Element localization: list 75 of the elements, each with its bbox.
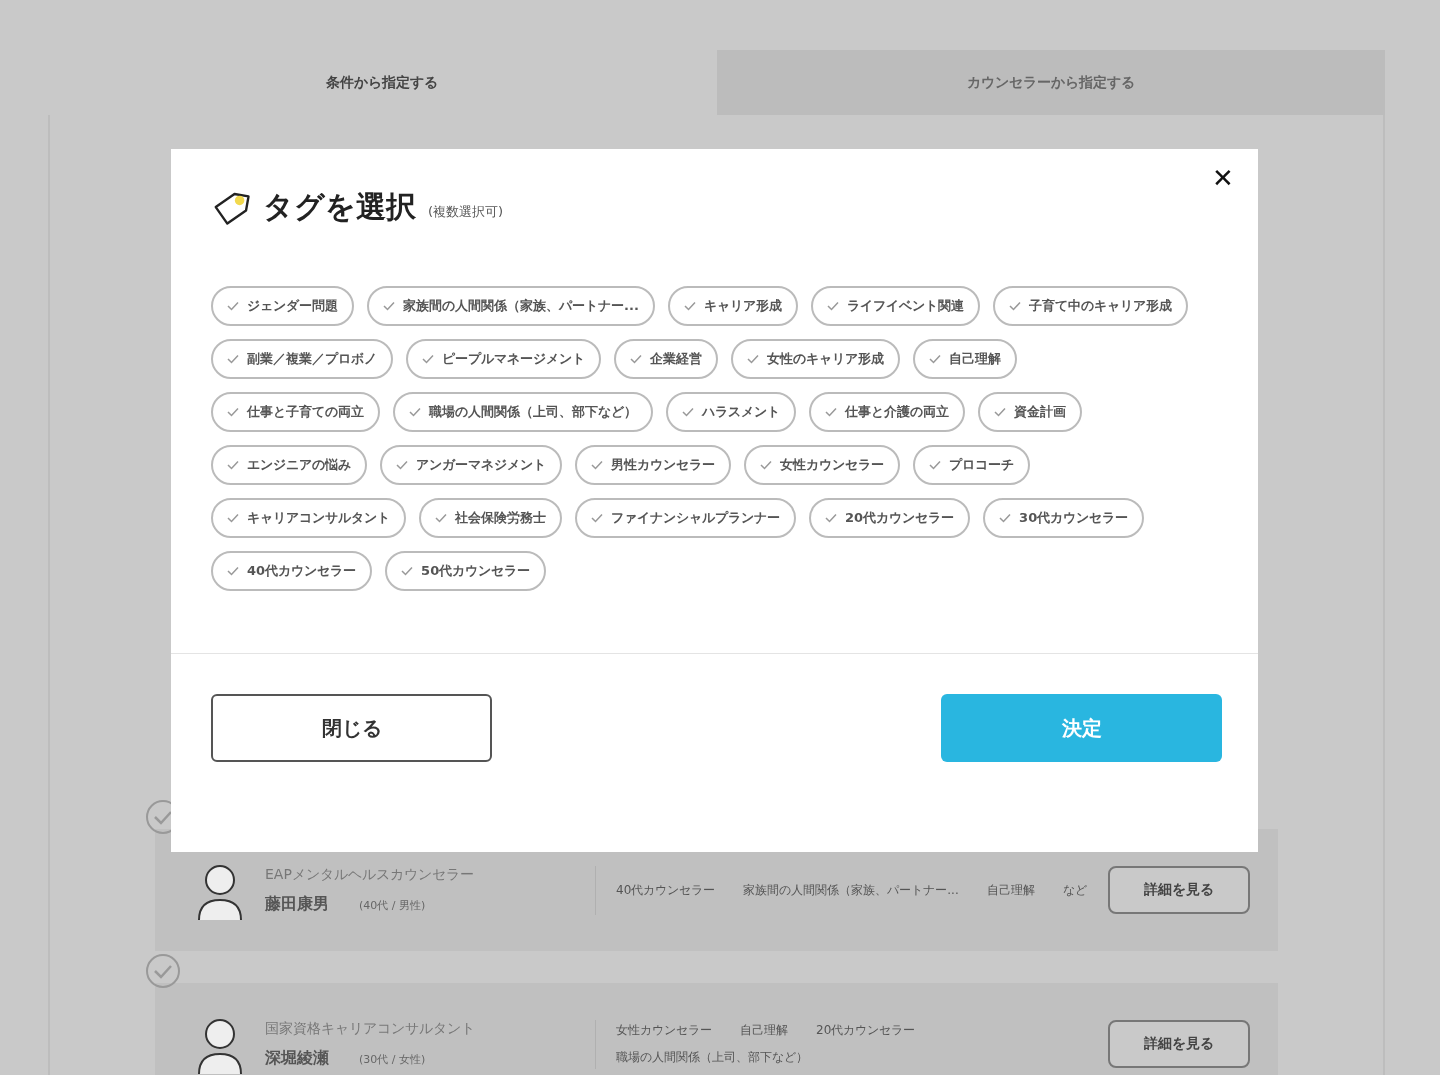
check-icon [825,407,837,417]
check-icon [227,354,239,364]
tag-chip[interactable]: キャリアコンサルタント [211,498,406,538]
counselor-title: EAPメンタルヘルスカウンセラー [265,865,475,884]
dialog-note: (複数選択可) [428,202,504,221]
counselor-meta: (30代 / 女性) [359,1051,426,1067]
check-circle-icon[interactable] [145,953,181,989]
counselor-tag: 女性カウンセラー [616,1022,712,1039]
check-icon [1008,301,1021,311]
tag-chip[interactable]: ジェンダー問題 [211,286,354,326]
counselor-tag: 20代カウンセラー [816,1022,916,1039]
check-icon [825,513,837,523]
tag-chip[interactable]: ファイナンシャルプランナー [575,498,796,538]
tag-chip[interactable]: ハラスメント [666,392,796,432]
check-icon [396,460,408,470]
tag-chip[interactable]: エンジニアの悩み [211,445,367,485]
dialog-title: タグを選択 [263,188,416,226]
counselor-tag: 家族間の人間関係（家族、パートナー... [743,881,959,899]
tag-chip[interactable]: 副業／複業／プロボノ [211,339,393,379]
check-icon [227,407,239,417]
tag-chip[interactable]: 仕事と介護の両立 [809,392,965,432]
counselor-tag: 40代カウンセラー [616,881,716,899]
check-icon [929,354,941,364]
tag-chip[interactable]: 家族間の人間関係（家族、パートナー... [367,286,655,326]
check-icon [409,407,421,417]
check-icon [401,566,414,576]
counselor-name: 藤田康男 [265,893,329,915]
tag-chip[interactable]: 子育て中のキャリア形成 [992,286,1188,326]
check-icon [630,354,642,364]
check-icon [383,301,395,311]
check-icon [591,513,603,523]
tag-chip[interactable]: 資金計画 [978,392,1082,432]
check-icon [227,566,239,576]
details-button[interactable]: 詳細を見る [1108,866,1250,914]
check-icon [826,301,839,311]
check-icon [227,460,239,470]
counselor-meta: (40代 / 男性) [359,897,426,913]
counselor-tag: 自己理解 [740,1022,788,1039]
tag-chip[interactable]: 女性カウンセラー [744,445,900,485]
tag-chip[interactable]: 20代カウンセラー [809,498,971,538]
tag-chip[interactable]: ライフイベント関連 [810,286,980,326]
close-button[interactable]: ✕ [1208,163,1238,194]
counselor-tag: 自己理解 [986,881,1035,899]
check-icon [929,460,941,470]
check-icon [999,513,1012,523]
tag-chip[interactable]: 40代カウンセラー [211,551,373,591]
close-dialog-button[interactable]: 閉じる [211,694,492,762]
check-icon [422,354,434,364]
tag-chip[interactable]: アンガーマネジメント [380,445,562,485]
check-icon [682,407,694,417]
tag-chip[interactable]: 男性カウンセラー [575,445,731,485]
check-icon [435,513,447,523]
tag-chip[interactable]: キャリア形成 [667,286,798,326]
tag-chip[interactable]: 自己理解 [913,339,1017,379]
details-button[interactable]: 詳細を見る [1108,1020,1250,1068]
tag-chip[interactable]: 職場の人間関係（上司、部下など） [393,392,653,432]
check-icon [747,354,759,364]
check-icon [227,513,239,523]
tag-chip[interactable]: ピープルマネージメント [406,339,601,379]
tag-chip[interactable]: 30代カウンセラー [983,498,1145,538]
counselor-title: 国家資格キャリアコンサルタント [265,1019,476,1038]
check-icon [591,460,603,470]
tag-chip[interactable]: 女性のキャリア形成 [731,339,900,379]
check-icon [760,460,772,470]
tag-chip[interactable]: プロコーチ [913,445,1030,485]
check-icon [227,301,239,311]
tag-chip[interactable]: 社会保険労務士 [419,498,562,538]
tag-chip[interactable]: 企業経営 [614,339,718,379]
check-icon [994,407,1006,417]
tag-chip[interactable]: 50代カウンセラー [385,551,547,591]
counselor-tag: など [1062,881,1087,899]
counselor-tag: 職場の人間関係（上司、部下など） [616,1049,808,1066]
counselor-name: 深堀綾瀬 [265,1047,329,1069]
check-icon [683,301,696,311]
tag-chip[interactable]: 仕事と子育ての両立 [211,392,380,432]
